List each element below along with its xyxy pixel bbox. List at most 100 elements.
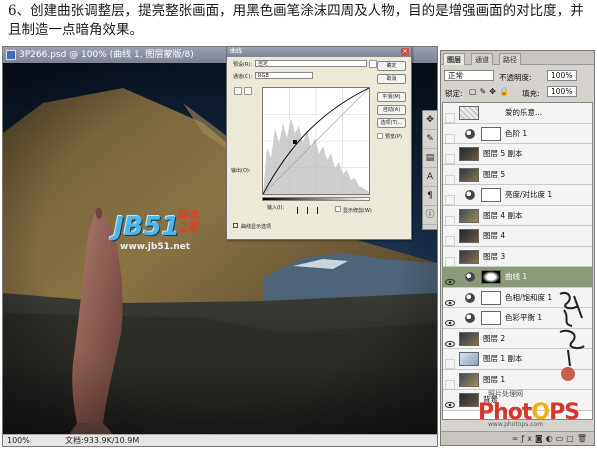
layer-name[interactable]: 色阶 1 [505, 124, 527, 144]
lock-icons[interactable]: ▢✎✥🔒 [469, 87, 512, 96]
layer-name[interactable]: 色彩平衡 1 [505, 308, 542, 328]
paragraph-icon[interactable]: ¶ [423, 187, 437, 206]
layer-row[interactable]: 图层 5 [443, 164, 592, 185]
eye-icon[interactable] [445, 313, 455, 327]
channel-select[interactable]: RGB [255, 72, 313, 79]
cancel-button[interactable]: 取消 [377, 74, 406, 84]
layer-row[interactable]: 爱的乐意... [443, 103, 592, 124]
layer-row[interactable]: 图层 3 [443, 246, 592, 267]
layer-name[interactable]: 图层 1 副本 [483, 349, 523, 369]
layer-row[interactable]: 图层 4 [443, 226, 592, 247]
adjustment-layer-icon[interactable]: ◐ [546, 434, 556, 443]
eye-hidden-icon[interactable] [445, 252, 455, 267]
layer-mask-thumbnail[interactable] [481, 311, 501, 325]
eye-hidden-icon[interactable] [445, 375, 455, 390]
layer-mask-thumbnail[interactable] [481, 270, 501, 284]
layer-thumbnail[interactable] [459, 167, 479, 182]
fill-input[interactable]: 100% [547, 86, 577, 97]
close-icon[interactable]: ✕ [401, 48, 409, 56]
tab-channels[interactable]: 通道 [471, 53, 493, 65]
layer-thumbnail[interactable] [459, 208, 479, 223]
ok-button[interactable]: 确定 [377, 61, 406, 71]
eye-icon[interactable] [445, 395, 455, 409]
eye-icon[interactable] [445, 272, 455, 286]
layer-thumbnail[interactable] [459, 106, 479, 120]
eye-hidden-icon[interactable] [445, 354, 455, 369]
show-clipping-checkbox[interactable] [335, 206, 341, 212]
layer-name[interactable]: 曲线 1 [505, 267, 527, 287]
brush-tool-icon[interactable]: ✎ [423, 130, 437, 149]
layer-thumbnail[interactable] [459, 352, 479, 366]
opacity-input[interactable]: 100% [547, 70, 577, 81]
layer-name[interactable]: 图层 5 副本 [483, 144, 523, 164]
layer-row[interactable]: 曲线 1 [443, 267, 592, 288]
new-group-icon[interactable]: ▭ [556, 434, 567, 443]
curves-dialog-title[interactable]: 曲线 [227, 47, 411, 57]
new-layer-icon[interactable]: ▢ [566, 434, 577, 443]
layer-row[interactable]: 色阶 1 [443, 123, 592, 144]
eye-hidden-icon[interactable] [445, 211, 455, 226]
blend-mode-select[interactable]: 正常 [444, 70, 494, 81]
zoom-level[interactable]: 100% [7, 435, 30, 446]
trash-icon[interactable]: 🗑 [577, 434, 590, 443]
layer-thumbnail[interactable] [459, 393, 479, 407]
auto-button[interactable]: 自动(A) [377, 105, 406, 115]
eye-hidden-icon[interactable] [445, 129, 455, 144]
preset-menu-icon[interactable] [369, 60, 377, 68]
layer-thumbnail[interactable] [459, 249, 479, 264]
layer-row[interactable]: 图层 4 副本 [443, 205, 592, 226]
curves-dialog[interactable]: 曲线 ✕ 预设(R): 自定 通道(C): RGB 输出(O): 输入(I): … [226, 46, 412, 240]
layer-row[interactable]: 亮度/对比度 1 [443, 185, 592, 206]
layer-mask-thumbnail[interactable] [481, 290, 501, 305]
layers-panel-toolbar[interactable]: ∞ƒx◙◐▭▢🗑 [441, 431, 594, 445]
link-layers-icon[interactable]: ∞ [512, 434, 522, 443]
layer-name[interactable]: 图层 1 [483, 370, 505, 390]
eyedropper-white-icon[interactable] [317, 207, 322, 214]
eye-hidden-icon[interactable] [445, 190, 455, 205]
eye-icon[interactable] [445, 293, 455, 306]
fill-label: 填充: [522, 89, 540, 98]
jb51-url: www.jb51.net [120, 242, 191, 252]
layer-name[interactable]: 爱的乐意... [505, 103, 542, 123]
layer-name[interactable]: 图层 4 [483, 226, 505, 246]
eye-icon[interactable] [445, 334, 455, 347]
tab-paths[interactable]: 路径 [499, 53, 521, 65]
move-tool-icon[interactable]: ✥ [423, 111, 437, 130]
layer-thumbnail[interactable] [459, 147, 479, 161]
layer-name[interactable]: 亮度/对比度 1 [505, 185, 552, 205]
preview-checkbox[interactable] [377, 133, 383, 139]
layer-name[interactable]: 色相/饱和度 1 [505, 288, 552, 308]
layer-mask-thumbnail[interactable] [481, 188, 501, 202]
layer-name[interactable]: 图层 3 [483, 247, 505, 267]
options-button[interactable]: 选项(T)... [377, 118, 406, 128]
eye-hidden-icon[interactable] [445, 108, 455, 123]
layer-row[interactable]: 图层 5 副本 [443, 144, 592, 165]
layer-style-icon[interactable]: ƒx [521, 434, 535, 443]
curve-display-options-label: 曲线显示选项 [241, 224, 272, 230]
eye-hidden-icon[interactable] [445, 149, 455, 164]
layer-name[interactable]: 图层 5 [483, 165, 505, 185]
preset-select[interactable]: 自定 [255, 60, 367, 67]
layer-thumbnail[interactable] [459, 331, 479, 346]
layer-name[interactable]: 图层 4 副本 [483, 206, 523, 226]
curve-edit-points-icon[interactable] [234, 87, 242, 95]
layer-mask-thumbnail[interactable] [481, 126, 501, 141]
info-icon[interactable]: ⓘ [423, 206, 437, 225]
layer-thumbnail[interactable] [459, 229, 479, 243]
layer-thumbnail[interactable] [459, 372, 479, 387]
pencil-icon[interactable] [244, 87, 252, 95]
eyedropper-black-icon[interactable] [297, 207, 302, 214]
curves-graph[interactable] [262, 87, 370, 195]
layers-panel[interactable]: 图层 通道 路径 正常 不透明度: 100% 锁定: ▢✎✥🔒 填充: 100%… [440, 50, 595, 446]
add-mask-icon[interactable]: ◙ [535, 434, 546, 443]
eye-hidden-icon[interactable] [445, 231, 455, 246]
document-size[interactable]: 文档:933.9K/10.9M [65, 435, 139, 446]
eyedropper-gray-icon[interactable] [307, 207, 312, 214]
history-icon[interactable]: ▤ [423, 149, 437, 168]
layer-name[interactable]: 图层 2 [483, 329, 505, 349]
eye-hidden-icon[interactable] [445, 170, 455, 185]
expand-arrow-icon[interactable] [233, 223, 238, 228]
tab-layers[interactable]: 图层 [443, 53, 465, 65]
smooth-button[interactable]: 平滑(M) [377, 92, 406, 102]
type-tool-icon[interactable]: A [423, 168, 437, 187]
